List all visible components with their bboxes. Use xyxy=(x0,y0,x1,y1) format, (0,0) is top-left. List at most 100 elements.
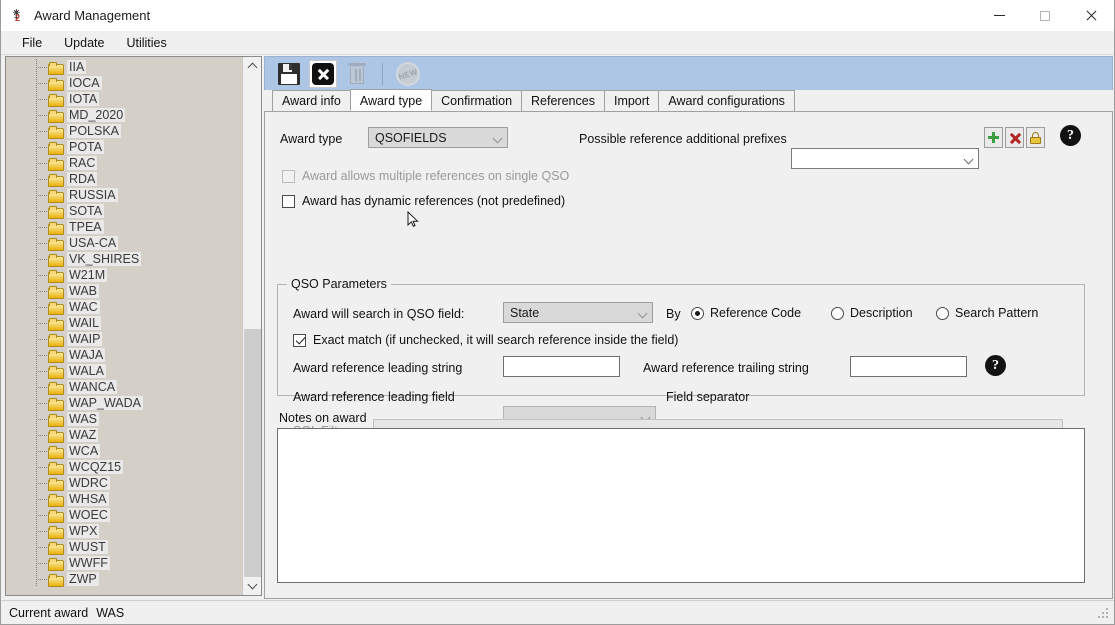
folder-icon xyxy=(48,173,64,187)
tree-connector xyxy=(36,515,48,516)
tree-item[interactable]: WALA xyxy=(6,363,241,379)
tab-award-configurations[interactable]: Award configurations xyxy=(658,90,795,111)
leading-string-input[interactable] xyxy=(503,356,620,377)
radio-reference-code[interactable]: Reference Code xyxy=(691,306,801,320)
add-prefix-button[interactable] xyxy=(984,127,1003,148)
folder-icon xyxy=(48,493,64,507)
multiple-refs-checkbox-row[interactable]: Award allows multiple references on sing… xyxy=(282,169,569,183)
radio-description[interactable]: Description xyxy=(831,306,913,320)
dynamic-refs-checkbox-row[interactable]: Award has dynamic references (not predef… xyxy=(282,194,565,208)
maximize-button[interactable] xyxy=(1022,0,1068,31)
lock-icon xyxy=(1030,131,1041,144)
tree-connector xyxy=(36,579,48,580)
prefixes-help-button[interactable]: ? xyxy=(1060,125,1081,146)
description-radio[interactable] xyxy=(831,306,844,320)
remove-prefix-button[interactable] xyxy=(1005,127,1024,148)
tab-references[interactable]: References xyxy=(521,90,605,111)
scroll-up-button[interactable] xyxy=(243,57,261,75)
exact-match-checkbox-row[interactable]: Exact match (if unchecked, it will searc… xyxy=(293,333,678,347)
new-button[interactable]: NEW xyxy=(392,58,424,89)
tab-import[interactable]: Import xyxy=(603,90,660,111)
tree-connector xyxy=(36,115,48,116)
tab-award-type[interactable]: Award type xyxy=(349,89,433,111)
tree-item[interactable]: IIA xyxy=(6,59,241,75)
tree-item[interactable]: WCA xyxy=(6,443,241,459)
delete-button[interactable] xyxy=(343,60,371,88)
folder-icon xyxy=(48,205,64,219)
multiple-refs-checkbox[interactable] xyxy=(282,169,295,183)
award-tree-list[interactable]: IIA IOCA IOTA MD_2020 POLSKA POTA RAC RDA RUSSIA… xyxy=(6,57,241,595)
search-pattern-radio[interactable] xyxy=(936,306,949,320)
tree-item[interactable]: W21M xyxy=(6,267,241,283)
close-button[interactable] xyxy=(1068,0,1114,31)
tree-item[interactable]: POTA xyxy=(6,139,241,155)
tree-item[interactable]: RUSSIA xyxy=(6,187,241,203)
reference-string-help-button[interactable]: ? xyxy=(985,355,1006,376)
tree-item[interactable]: WOEC xyxy=(6,507,241,523)
menu-file[interactable]: File xyxy=(11,33,53,53)
trailing-string-input[interactable] xyxy=(850,356,967,377)
tree-item[interactable]: RDA xyxy=(6,171,241,187)
lock-prefix-button[interactable] xyxy=(1026,127,1045,148)
search-field-combo[interactable]: State xyxy=(503,302,653,323)
tree-item[interactable]: WAC xyxy=(6,299,241,315)
award-tree-panel: IIA IOCA IOTA MD_2020 POLSKA POTA RAC RDA RUSSIA… xyxy=(5,56,262,596)
tree-item[interactable]: WWFF xyxy=(6,555,241,571)
folder-icon xyxy=(48,221,64,235)
folder-icon xyxy=(48,189,64,203)
tree-item[interactable]: MD_2020 xyxy=(6,107,241,123)
tree-scrollbar[interactable] xyxy=(242,57,261,595)
tree-connector xyxy=(36,179,48,180)
tree-item[interactable]: WAIP xyxy=(6,331,241,347)
tree-item-label: WAZ xyxy=(67,428,99,442)
tree-item[interactable]: POLSKA xyxy=(6,123,241,139)
tree-item[interactable]: SOTA xyxy=(6,203,241,219)
toolbar-separator xyxy=(382,62,383,85)
dynamic-refs-label: Award has dynamic references (not predef… xyxy=(302,194,566,208)
folder-icon xyxy=(48,557,64,571)
maximize-icon xyxy=(1040,10,1050,21)
tree-item[interactable]: VK_SHIRES xyxy=(6,251,241,267)
scrollbar-thumb[interactable] xyxy=(244,329,261,579)
award-type-combo[interactable]: QSOFIELDS xyxy=(368,127,508,148)
tree-item[interactable]: WAZ xyxy=(6,427,241,443)
close-record-button[interactable] xyxy=(309,59,337,88)
tree-item[interactable]: IOTA xyxy=(6,91,241,107)
status-label: Current award xyxy=(9,605,89,620)
radio-search-pattern[interactable]: Search Pattern xyxy=(936,306,1038,320)
tree-item[interactable]: WAJA xyxy=(6,347,241,363)
menu-utilities[interactable]: Utilities xyxy=(115,33,177,53)
prefixes-combo[interactable] xyxy=(791,148,979,169)
exact-match-checkbox[interactable] xyxy=(293,333,306,347)
tree-item[interactable]: WAP_WADA xyxy=(6,395,241,411)
notes-textarea[interactable] xyxy=(277,428,1085,583)
tree-item-label: WDRC xyxy=(67,476,110,490)
leading-string-label: Award reference leading string xyxy=(293,361,463,375)
resize-grip[interactable] xyxy=(1098,608,1110,620)
tree-item[interactable]: USA-CA xyxy=(6,235,241,251)
tree-item[interactable]: WHSA xyxy=(6,491,241,507)
tree-item[interactable]: RAC xyxy=(6,155,241,171)
tree-item[interactable]: WAS xyxy=(6,411,241,427)
tree-item[interactable]: IOCA xyxy=(6,75,241,91)
tree-item[interactable]: ZWP xyxy=(6,571,241,587)
scroll-down-button[interactable] xyxy=(243,577,261,595)
trailing-string-label: Award reference trailing string xyxy=(643,361,809,375)
menu-update[interactable]: Update xyxy=(53,33,115,53)
tree-item[interactable]: WPX xyxy=(6,523,241,539)
tree-item-label: WOEC xyxy=(67,508,110,522)
minimize-button[interactable] xyxy=(976,0,1022,31)
reference-code-radio[interactable] xyxy=(691,306,704,320)
tree-item[interactable]: WDRC xyxy=(6,475,241,491)
tree-item[interactable]: TPEA xyxy=(6,219,241,235)
dynamic-refs-checkbox[interactable] xyxy=(282,194,295,208)
save-button[interactable] xyxy=(275,60,303,88)
tree-item[interactable]: WAIL xyxy=(6,315,241,331)
tree-item[interactable]: WAB xyxy=(6,283,241,299)
tab-confirmation[interactable]: Confirmation xyxy=(431,90,523,111)
tree-item-label: RAC xyxy=(67,156,98,170)
tree-item[interactable]: WCQZ15 xyxy=(6,459,241,475)
tree-item[interactable]: WANCA xyxy=(6,379,241,395)
tree-item[interactable]: WUST xyxy=(6,539,241,555)
tab-award-info[interactable]: Award info xyxy=(272,90,351,111)
